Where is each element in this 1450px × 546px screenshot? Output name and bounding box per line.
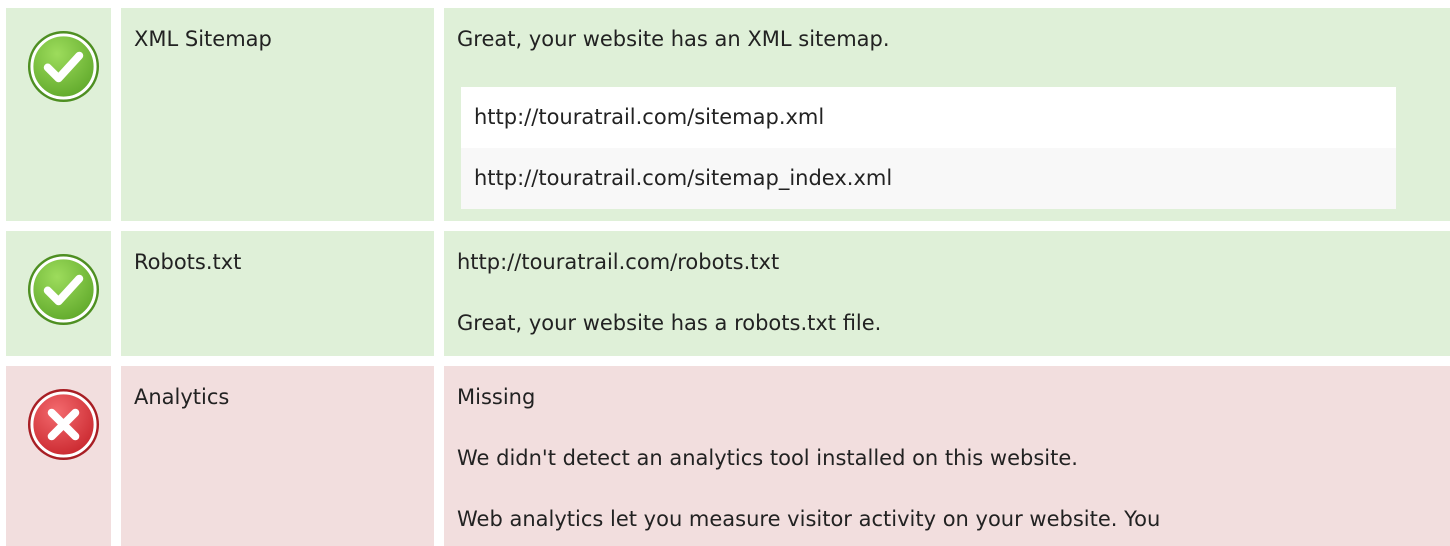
status-cell xyxy=(6,8,111,221)
check-name-cell: Analytics xyxy=(121,366,434,546)
check-message: We didn't detect an analytics tool insta… xyxy=(457,446,1078,470)
check-name-cell: Robots.txt xyxy=(121,231,434,356)
status-cell xyxy=(6,231,111,356)
check-row-analytics: Analytics Missing We didn't detect an an… xyxy=(0,366,1450,546)
check-name: Robots.txt xyxy=(134,250,242,274)
check-detail-cell: http://touratrail.com/robots.txt Great, … xyxy=(444,231,1450,356)
status-cell xyxy=(6,366,111,546)
check-detail-cell: Great, your website has an XML sitemap. … xyxy=(444,8,1450,221)
check-message: Great, your website has an XML sitemap. xyxy=(457,27,890,51)
check-row-robots-txt: Robots.txt http://touratrail.com/robots.… xyxy=(0,231,1450,356)
check-name-cell: XML Sitemap xyxy=(121,8,434,221)
sitemap-url[interactable]: http://touratrail.com/sitemap_index.xml xyxy=(461,148,1396,209)
check-circle-icon xyxy=(27,30,100,103)
check-detail-cell: Missing We didn't detect an analytics to… xyxy=(444,366,1450,546)
check-name: Analytics xyxy=(134,385,230,409)
robots-url[interactable]: http://touratrail.com/robots.txt xyxy=(457,248,779,276)
check-name: XML Sitemap xyxy=(134,27,272,51)
check-value: Missing xyxy=(457,385,536,409)
sitemap-url-list: http://touratrail.com/sitemap.xml http:/… xyxy=(461,87,1396,209)
check-detail-text: Web analytics let you measure visitor ac… xyxy=(457,507,1161,531)
sitemap-url[interactable]: http://touratrail.com/sitemap.xml xyxy=(461,87,1396,148)
check-message: Great, your website has a robots.txt fil… xyxy=(457,311,882,335)
cross-circle-icon xyxy=(27,388,100,461)
check-row-xml-sitemap: XML Sitemap Great, your website has an X… xyxy=(0,8,1450,221)
check-circle-icon xyxy=(27,253,100,326)
